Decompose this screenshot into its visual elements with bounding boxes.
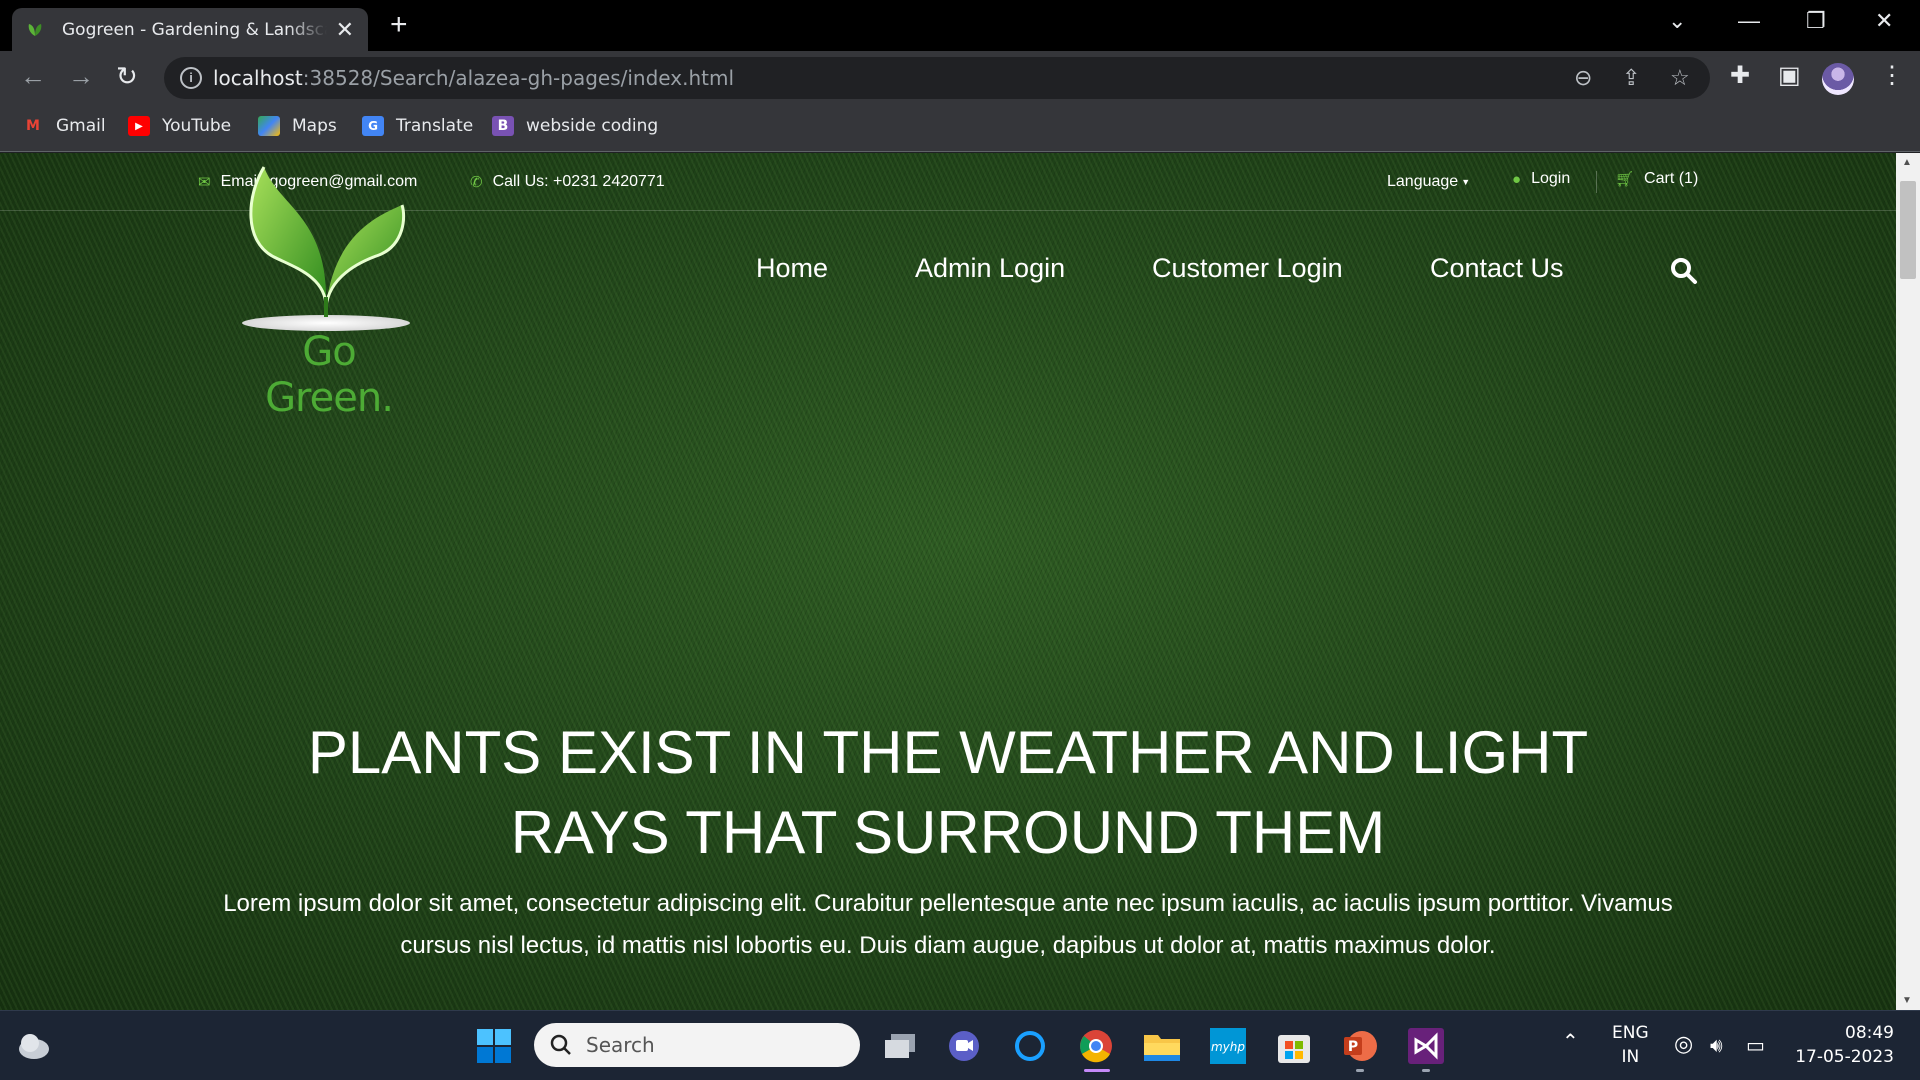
- svg-text:P: P: [1348, 1039, 1358, 1055]
- translate-icon: G: [362, 116, 384, 136]
- bookmarks-bar: M Gmail ▶ YouTube Maps G Translate B web…: [0, 104, 1920, 152]
- envelope-icon: ✉: [198, 174, 211, 191]
- running-indicator: [1356, 1069, 1364, 1072]
- browser-toolbar: ← → ↻ i localhost:38528/Search/alazea-gh…: [0, 51, 1920, 104]
- caret-down-icon: ▼: [1461, 177, 1471, 187]
- nav-customer-login[interactable]: Customer Login: [1152, 253, 1343, 284]
- hero-text: Lorem ipsum dolor sit amet, consectetur …: [223, 890, 1673, 959]
- running-indicator: [1422, 1069, 1430, 1072]
- browser-tab[interactable]: Gogreen - Gardening & Landscaping ✕: [12, 8, 368, 51]
- bootstrap-icon: B: [492, 116, 514, 136]
- search-icon[interactable]: [1670, 257, 1698, 285]
- teams-chat-icon[interactable]: [944, 1026, 984, 1066]
- language-dropdown[interactable]: Language ▼: [1387, 173, 1470, 191]
- browser-titlebar: Gogreen - Gardening & Landscaping ✕ + ⌄ …: [0, 0, 1920, 51]
- zoom-icon[interactable]: ⊖: [1574, 65, 1592, 91]
- microsoft-store-icon[interactable]: [1274, 1026, 1314, 1066]
- cortana-icon[interactable]: [1010, 1026, 1050, 1066]
- cart-link[interactable]: 🛒︎ Cart (1): [1615, 170, 1698, 188]
- cart-icon: 🛒︎: [1615, 171, 1635, 188]
- bookmark-maps[interactable]: Maps: [258, 116, 337, 136]
- new-tab-icon[interactable]: +: [390, 10, 408, 40]
- input-language[interactable]: ENG IN: [1612, 1021, 1649, 1069]
- divider: [1596, 171, 1597, 193]
- share-icon[interactable]: ⇪: [1622, 65, 1640, 91]
- restore-icon[interactable]: ❐: [1806, 8, 1826, 34]
- running-indicator: [1084, 1069, 1110, 1072]
- page-scrollbar[interactable]: ▲ ▼: [1896, 153, 1920, 1010]
- scroll-thumb[interactable]: [1900, 181, 1916, 279]
- scroll-down-icon[interactable]: ▼: [1902, 995, 1912, 1006]
- profile-avatar[interactable]: [1822, 63, 1854, 95]
- site-logo[interactable]: Go Green.: [234, 157, 424, 421]
- file-explorer-icon[interactable]: [1142, 1026, 1182, 1066]
- clock[interactable]: 08:49 17-05-2023: [1794, 1021, 1894, 1069]
- nav-admin-login[interactable]: Admin Login: [915, 253, 1065, 284]
- reload-icon[interactable]: ↻: [116, 63, 138, 89]
- leaf-favicon-icon: [28, 23, 42, 36]
- task-view-icon[interactable]: [880, 1026, 920, 1066]
- youtube-icon: ▶: [128, 116, 150, 136]
- maps-icon: [258, 116, 280, 136]
- side-panel-icon[interactable]: ▣: [1778, 63, 1801, 89]
- tab-close-icon[interactable]: ✕: [336, 18, 354, 41]
- login-link[interactable]: ● Login: [1512, 170, 1570, 188]
- bookmark-star-icon[interactable]: ☆: [1670, 65, 1690, 91]
- bookmark-translate[interactable]: G Translate: [362, 116, 473, 136]
- start-icon[interactable]: [474, 1026, 514, 1066]
- menu-kebab-icon[interactable]: ⋮: [1880, 63, 1904, 89]
- site-info-icon[interactable]: i: [180, 67, 202, 89]
- window-close-icon[interactable]: ✕: [1875, 8, 1893, 34]
- taskbar-search[interactable]: Search: [534, 1023, 860, 1067]
- nav-contact-us[interactable]: Contact Us: [1430, 253, 1564, 284]
- search-icon: [550, 1034, 571, 1055]
- volume-icon[interactable]: 🔊︎: [1710, 1033, 1723, 1057]
- chrome-icon[interactable]: [1076, 1026, 1116, 1066]
- address-bar[interactable]: i localhost:38528/Search/alazea-gh-pages…: [164, 57, 1710, 99]
- topbar-phone[interactable]: ✆ Call Us: +0231 2420771: [470, 173, 665, 191]
- bookmark-gmail[interactable]: M Gmail: [22, 116, 106, 136]
- myhp-icon[interactable]: myhp: [1208, 1026, 1248, 1066]
- logo-text: Go Green.: [265, 329, 394, 421]
- gmail-icon: M: [26, 118, 40, 134]
- network-globe-icon[interactable]: ◎: [1674, 1033, 1693, 1057]
- tab-title: Gogreen - Gardening & Landscaping: [62, 19, 327, 40]
- page-viewport: ✉ Email: gogreen@gmail.com ✆ Call Us: +0…: [0, 153, 1920, 1010]
- back-icon[interactable]: ←: [20, 63, 46, 89]
- phone-icon: ✆: [470, 174, 483, 191]
- weather-icon[interactable]: [14, 1026, 54, 1066]
- bookmark-youtube[interactable]: ▶ YouTube: [128, 116, 231, 136]
- leaf-logo-icon: [242, 166, 410, 331]
- extensions-icon[interactable]: ✚: [1730, 63, 1750, 89]
- tab-search-chevron-icon[interactable]: ⌄: [1668, 8, 1686, 34]
- url-text: localhost:38528/Search/alazea-gh-pages/i…: [213, 66, 735, 90]
- powerpoint-icon[interactable]: P: [1340, 1026, 1380, 1066]
- bookmark-webside-coding[interactable]: B webside coding: [492, 116, 658, 136]
- battery-icon[interactable]: ▭: [1746, 1033, 1765, 1057]
- visual-studio-icon[interactable]: [1406, 1026, 1446, 1066]
- nav-home[interactable]: Home: [756, 253, 828, 284]
- taskbar: Search myhp P ⌃ ENG IN ◎ 🔊︎ ▭ 08:49 17-0…: [0, 1010, 1920, 1080]
- hero-title: PLANTS EXIST IN THE WEATHER AND LIGHT RA…: [307, 719, 1589, 866]
- minimize-icon[interactable]: —: [1738, 8, 1760, 34]
- user-icon: ●: [1512, 170, 1522, 188]
- forward-icon[interactable]: →: [68, 63, 94, 89]
- scroll-up-icon[interactable]: ▲: [1902, 157, 1912, 168]
- svg-text:myhp: myhp: [1211, 1040, 1245, 1054]
- show-hidden-icons-chevron-icon[interactable]: ⌃: [1562, 1029, 1579, 1053]
